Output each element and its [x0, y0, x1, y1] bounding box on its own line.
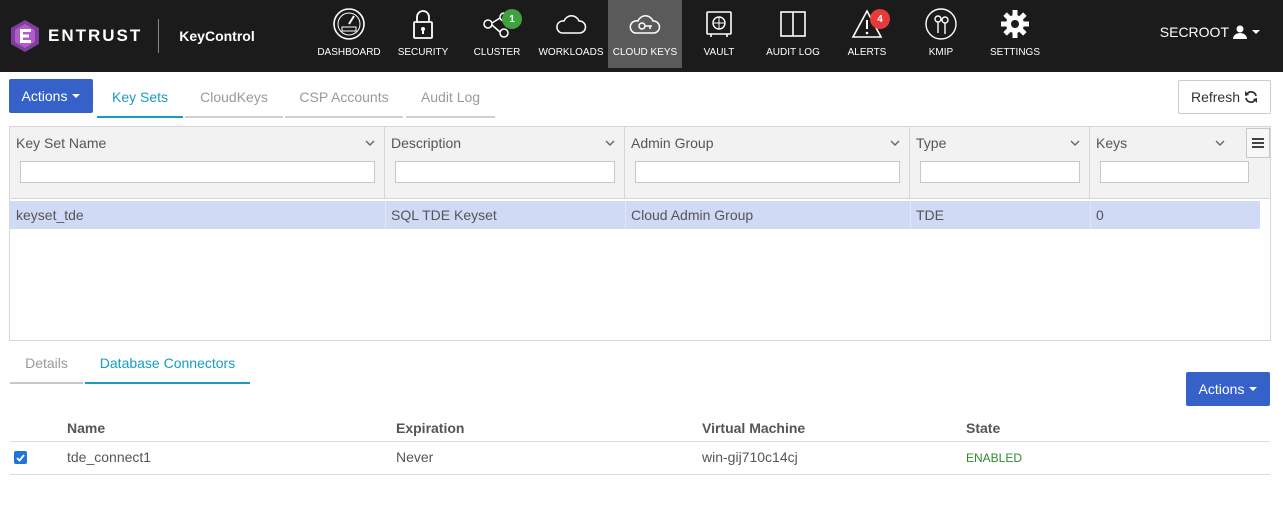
cloud-key-icon	[629, 15, 661, 34]
column-title: Keys	[1096, 135, 1128, 151]
caret-down-icon	[1252, 30, 1260, 34]
column-state[interactable]: State	[966, 420, 1000, 436]
row-divider	[10, 474, 1270, 475]
nav-label: CLOUD KEYS	[612, 47, 678, 58]
caret-down-icon	[1249, 387, 1258, 391]
user-icon	[1233, 25, 1247, 39]
cell-key-set-name: keyset_tde	[16, 207, 84, 223]
top-navbar: ENTRUST KeyControl DASHBOARD SECURITY 1 …	[0, 0, 1283, 72]
column-virtual-machine[interactable]: Virtual Machine	[702, 420, 805, 436]
chevron-down-icon[interactable]	[1214, 139, 1226, 147]
user-name: SECROOT	[1159, 24, 1229, 40]
book-icon	[780, 11, 806, 37]
column-keys[interactable]: Keys	[1090, 127, 1249, 199]
header-divider	[10, 441, 1270, 442]
nav-workloads[interactable]: WORKLOADS	[534, 0, 608, 68]
nav-label: SECURITY	[397, 47, 449, 58]
refresh-button[interactable]: Refresh	[1178, 80, 1271, 114]
cell-admin-group: Cloud Admin Group	[631, 207, 754, 223]
chevron-down-icon[interactable]	[604, 139, 616, 147]
brand[interactable]: ENTRUST KeyControl	[10, 18, 255, 54]
keys-icon	[925, 8, 957, 40]
nav-label: AUDIT LOG	[766, 47, 820, 58]
filter-type[interactable]	[920, 161, 1080, 183]
column-name[interactable]: Name	[67, 420, 105, 436]
grid-menu-button[interactable]	[1246, 128, 1270, 158]
refresh-label: Refresh	[1190, 89, 1241, 105]
chevron-down-icon[interactable]	[889, 139, 901, 147]
column-expiration[interactable]: Expiration	[396, 420, 464, 436]
nav-label: VAULT	[703, 47, 735, 58]
filter-admin-group[interactable]	[635, 161, 900, 183]
caret-down-icon	[72, 94, 81, 98]
checkmark-icon	[16, 453, 25, 462]
gear-icon	[1001, 10, 1029, 38]
nav-cluster[interactable]: 1 CLUSTER	[460, 0, 534, 68]
nav-kmip[interactable]: KMIP	[904, 0, 978, 68]
column-title: Admin Group	[631, 135, 714, 151]
actions-label: Actions	[1198, 381, 1245, 397]
actions-button[interactable]: Actions	[9, 79, 93, 113]
cloud-icon	[556, 15, 587, 34]
column-description[interactable]: Description	[385, 127, 625, 199]
connectors-actions-button[interactable]: Actions	[1186, 372, 1270, 406]
tab-cloudkeys[interactable]: CloudKeys	[185, 78, 283, 118]
brand-divider	[158, 19, 160, 53]
cell-type: TDE	[916, 207, 944, 223]
column-title: Type	[916, 135, 947, 151]
chevron-down-icon[interactable]	[1069, 139, 1081, 147]
filter-keys[interactable]	[1100, 161, 1249, 183]
status-badge: ENABLED	[966, 451, 1023, 465]
cell-keys: 0	[1096, 207, 1104, 223]
column-title: Description	[391, 135, 462, 151]
dashboard-gauge-icon	[333, 8, 365, 40]
column-type[interactable]: Type	[910, 127, 1090, 199]
column-key-set-name[interactable]: Key Set Name	[10, 127, 385, 199]
nav-dashboard[interactable]: DASHBOARD	[312, 0, 386, 68]
connector-name: tde_connect1	[67, 449, 152, 465]
nav-label: DASHBOARD	[317, 47, 381, 58]
nav-alerts[interactable]: 4 ALERTS	[830, 0, 904, 68]
filter-description[interactable]	[395, 161, 615, 183]
tab-csp-accounts[interactable]: CSP Accounts	[285, 78, 403, 118]
cell-description: SQL TDE Keyset	[391, 207, 497, 223]
column-title: Key Set Name	[16, 135, 107, 151]
product-name: KeyControl	[179, 28, 255, 44]
table-row[interactable]: keyset_tde SQL TDE Keyset Cloud Admin Gr…	[10, 201, 1260, 229]
alerts-badge: 4	[870, 9, 890, 29]
connector-vm: win-gij710c14cj	[702, 449, 798, 465]
padlock-icon	[413, 10, 433, 39]
nav-label: SETTINGS	[989, 47, 1040, 58]
main-nav: DASHBOARD SECURITY 1 CLUSTER WORKLOADS C…	[312, 0, 1052, 68]
nav-label: CLUSTER	[473, 47, 521, 58]
user-menu[interactable]: SECROOT	[1160, 24, 1261, 40]
row-checkbox[interactable]	[14, 451, 27, 464]
filter-key-set-name[interactable]	[20, 161, 375, 183]
nav-label: ALERTS	[847, 47, 887, 58]
tab-key-sets[interactable]: Key Sets	[97, 78, 183, 118]
tab-details[interactable]: Details	[10, 344, 83, 384]
chevron-down-icon[interactable]	[364, 139, 376, 147]
nav-settings[interactable]: SETTINGS	[978, 0, 1052, 68]
nav-label: KMIP	[928, 47, 954, 58]
cluster-badge: 1	[502, 9, 522, 29]
tab-audit-log[interactable]: Audit Log	[406, 78, 495, 118]
key-sets-grid: Key Set Name Description Admin Group Typ…	[9, 126, 1271, 341]
brand-name: ENTRUST	[48, 26, 143, 45]
hamburger-menu-icon	[1252, 138, 1264, 148]
actions-label: Actions	[21, 88, 68, 104]
nav-label: WORKLOADS	[538, 47, 604, 58]
vault-icon	[706, 11, 732, 37]
grid-header: Key Set Name Description Admin Group Typ…	[10, 127, 1270, 199]
tab-database-connectors[interactable]: Database Connectors	[85, 344, 250, 384]
nav-cloud-keys[interactable]: CLOUD KEYS	[608, 0, 682, 68]
nav-vault[interactable]: VAULT	[682, 0, 756, 68]
nav-audit-log[interactable]: AUDIT LOG	[756, 0, 830, 68]
column-admin-group[interactable]: Admin Group	[625, 127, 910, 199]
nav-security[interactable]: SECURITY	[386, 0, 460, 68]
refresh-icon	[1245, 91, 1258, 103]
entrust-logo-icon	[11, 20, 39, 52]
connector-expiration: Never	[396, 449, 434, 465]
